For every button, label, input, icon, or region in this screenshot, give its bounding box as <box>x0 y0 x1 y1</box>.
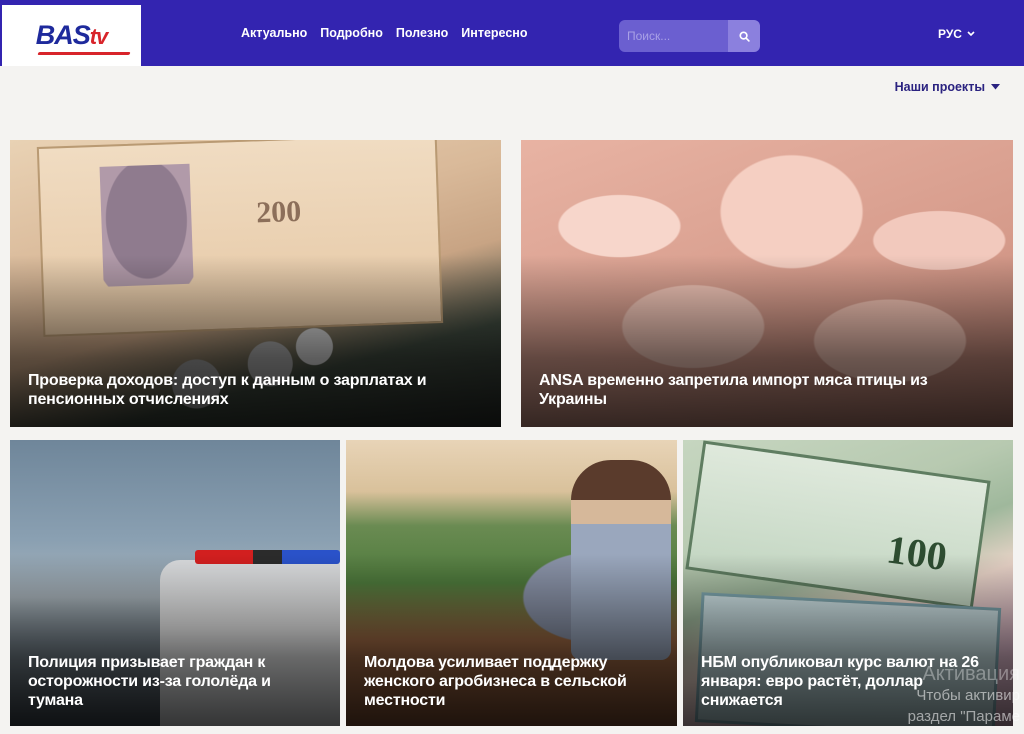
our-projects-label: Наши проекты <box>894 80 985 94</box>
main-nav: Актуально Подробно Полезно Интересно <box>241 0 527 66</box>
watermark-line-3: раздел "Параме <box>907 708 1020 725</box>
chevron-down-icon <box>967 31 975 37</box>
site-logo[interactable]: BAStv <box>2 5 141 66</box>
article-title[interactable]: ANSA временно запретила импорт мяса птиц… <box>539 371 999 409</box>
language-selector[interactable]: РУС <box>938 27 975 41</box>
watermark-line-2: Чтобы активир <box>916 687 1020 704</box>
nav-item-interesno[interactable]: Интересно <box>461 26 527 40</box>
caret-down-icon <box>991 84 1000 90</box>
nav-item-podrobno[interactable]: Подробно <box>320 26 383 40</box>
nav-item-polezno[interactable]: Полезно <box>396 26 448 40</box>
banknote-value: 200 <box>255 194 302 230</box>
article-title[interactable]: Полиция призывает граждан к осторожности… <box>28 653 326 710</box>
article-card-women-agribusiness[interactable]: Молдова усиливает поддержку женского агр… <box>346 440 677 726</box>
logo-wordmark: BAStv <box>35 20 131 55</box>
article-title[interactable]: Проверка доходов: доступ к данным о зарп… <box>28 371 487 409</box>
article-card-ansa-ban[interactable]: ANSA временно запретила импорт мяса птиц… <box>521 140 1013 427</box>
site-header: BAStv Актуально Подробно Полезно Интерес… <box>0 0 1024 66</box>
article-card-income-check[interactable]: 200 Проверка доходов: доступ к данным о … <box>10 140 501 427</box>
search-button[interactable] <box>728 20 760 52</box>
language-label: РУС <box>938 27 962 41</box>
search-bar <box>619 20 760 52</box>
nav-item-aktualno[interactable]: Актуально <box>241 26 307 40</box>
logo-main-text: BAS <box>35 20 91 50</box>
logo-accent-text: tv <box>89 24 109 49</box>
watermark-line-1: Активация <box>922 663 1020 685</box>
logo-swoosh <box>37 52 131 55</box>
windows-activation-watermark: Активация Чтобы активир раздел "Параме <box>884 664 1024 734</box>
search-icon <box>738 30 750 42</box>
our-projects-dropdown[interactable]: Наши проекты <box>895 80 1000 94</box>
article-card-police-ice[interactable]: Полиция призывает граждан к осторожности… <box>10 440 340 726</box>
search-input[interactable] <box>619 20 728 52</box>
article-title[interactable]: Молдова усиливает поддержку женского агр… <box>364 653 663 710</box>
